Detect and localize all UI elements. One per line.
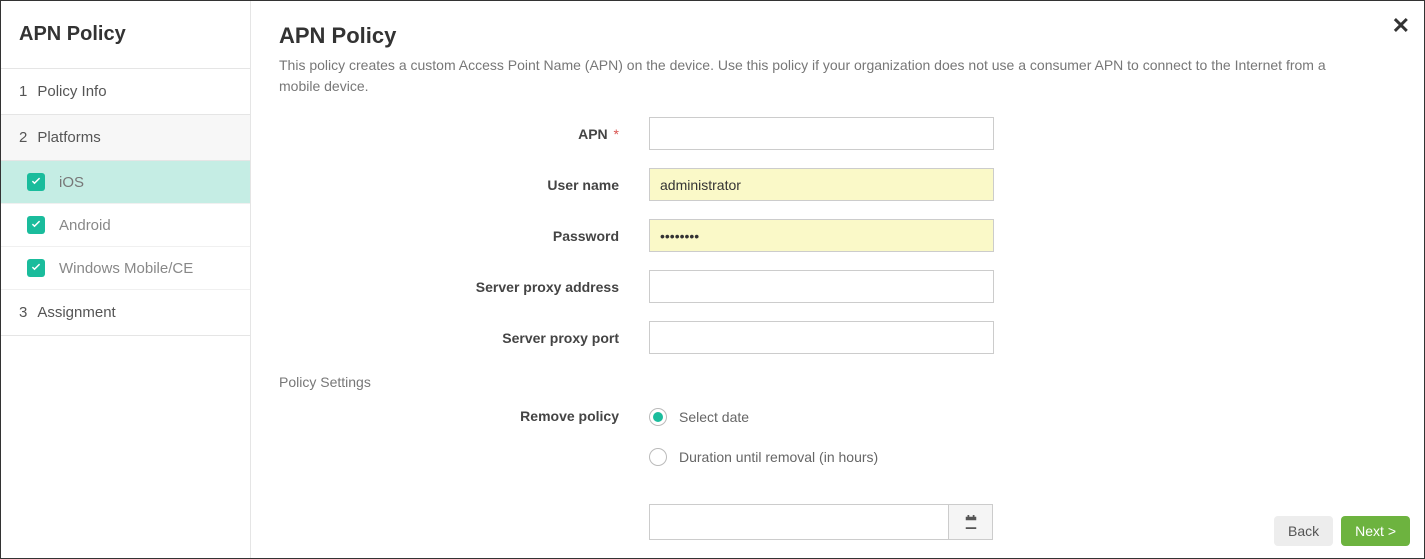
radio-select-date[interactable]: Select date: [649, 408, 993, 426]
date-input[interactable]: [649, 504, 949, 540]
radio-label: Duration until removal (in hours): [679, 449, 878, 465]
step-number: 2: [19, 129, 27, 146]
platform-label: Windows Mobile/CE: [59, 260, 193, 277]
radio-unchecked-icon: [649, 448, 667, 466]
page-title: APN Policy: [279, 23, 1396, 49]
proxy-address-input[interactable]: [649, 270, 994, 303]
policy-settings-heading: Policy Settings: [279, 374, 1396, 390]
platform-windows[interactable]: Windows Mobile/CE: [1, 247, 250, 290]
platform-label: Android: [59, 217, 111, 234]
platform-ios[interactable]: iOS: [1, 161, 250, 204]
step-platforms[interactable]: 2 Platforms: [1, 115, 250, 161]
calendar-icon: [964, 515, 978, 529]
radio-duration[interactable]: Duration until removal (in hours): [649, 448, 993, 466]
step-number: 3: [19, 304, 27, 321]
password-label: Password: [279, 228, 649, 244]
calendar-button[interactable]: [949, 504, 993, 540]
apn-input[interactable]: [649, 117, 994, 150]
remove-policy-label: Remove policy: [279, 408, 649, 424]
radio-checked-icon: [649, 408, 667, 426]
apn-label: APN *: [279, 126, 649, 142]
step-policy-info[interactable]: 1 Policy Info: [1, 69, 250, 115]
checkbox-checked-icon: [27, 259, 45, 277]
step-label: Policy Info: [37, 83, 106, 100]
checkbox-checked-icon: [27, 173, 45, 191]
back-button[interactable]: Back: [1274, 516, 1333, 546]
platform-label: iOS: [59, 174, 84, 191]
proxy-port-label: Server proxy port: [279, 330, 649, 346]
platform-android[interactable]: Android: [1, 204, 250, 247]
step-label: Platforms: [37, 129, 100, 146]
proxy-port-input[interactable]: [649, 321, 994, 354]
step-assignment[interactable]: 3 Assignment: [1, 290, 250, 336]
step-number: 1: [19, 83, 27, 100]
checkbox-checked-icon: [27, 216, 45, 234]
footer-buttons: Back Next >: [1274, 516, 1410, 546]
username-input[interactable]: [649, 168, 994, 201]
next-button[interactable]: Next >: [1341, 516, 1410, 546]
password-input[interactable]: [649, 219, 994, 252]
sidebar: APN Policy 1 Policy Info 2 Platforms iOS…: [1, 1, 251, 558]
username-label: User name: [279, 177, 649, 193]
radio-label: Select date: [679, 409, 749, 425]
proxy-address-label: Server proxy address: [279, 279, 649, 295]
close-icon[interactable]: ✕: [1392, 15, 1410, 37]
sidebar-title: APN Policy: [1, 1, 250, 69]
main-panel: ✕ APN Policy This policy creates a custo…: [251, 1, 1424, 558]
step-label: Assignment: [37, 304, 115, 321]
page-description: This policy creates a custom Access Poin…: [279, 55, 1329, 97]
